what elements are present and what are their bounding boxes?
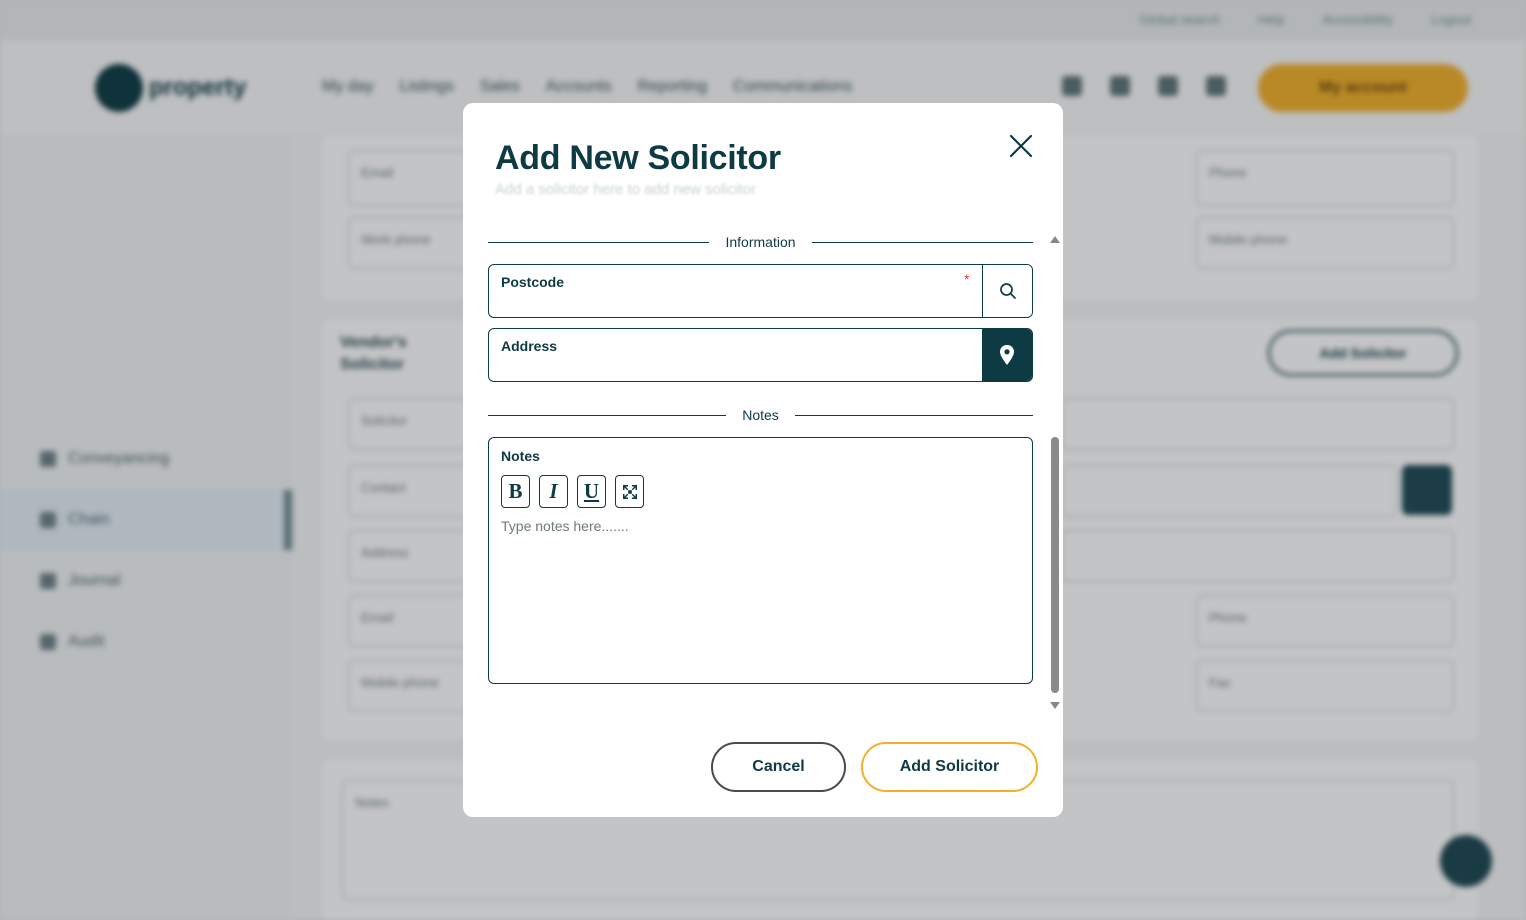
divider-line <box>811 241 1034 243</box>
scrollbar-thumb[interactable] <box>1051 437 1059 693</box>
divider-line <box>488 414 727 416</box>
cancel-button[interactable]: Cancel <box>711 742 846 792</box>
notes-editor: Notes B I U <box>488 437 1033 684</box>
postcode-label: Postcode <box>501 274 565 290</box>
close-button[interactable] <box>1006 131 1036 161</box>
address-input[interactable] <box>501 357 961 377</box>
notes-label: Notes <box>501 448 540 464</box>
notes-textarea[interactable] <box>501 518 1021 668</box>
bold-button[interactable]: B <box>501 475 530 508</box>
scroll-down-arrow[interactable] <box>1050 702 1060 709</box>
notes-section-label: Notes <box>742 407 779 423</box>
add-solicitor-modal: Add New Solicitor Add a solicitor here t… <box>463 103 1063 817</box>
fullscreen-button[interactable] <box>615 475 644 508</box>
information-divider: Information <box>488 232 1034 252</box>
information-section-label: Information <box>725 234 796 250</box>
divider-line <box>794 414 1034 416</box>
fullscreen-icon <box>622 484 637 499</box>
italic-button[interactable]: I <box>539 475 568 508</box>
notes-toolbar: B I U <box>501 475 644 508</box>
modal-subtitle: Add a solicitor here to add new solicito… <box>495 181 756 198</box>
postcode-input[interactable] <box>501 293 961 313</box>
location-pin-icon <box>1000 345 1014 365</box>
postcode-field: Postcode * <box>488 264 1033 318</box>
postcode-search-button[interactable] <box>982 265 1032 317</box>
underline-button[interactable]: U <box>577 475 606 508</box>
add-solicitor-button[interactable]: Add Solicitor <box>861 742 1038 792</box>
address-label: Address <box>501 338 558 354</box>
close-icon <box>1009 134 1033 158</box>
search-icon <box>999 283 1016 299</box>
modal-title: Add New Solicitor <box>495 139 781 177</box>
address-field: Address <box>488 328 1033 382</box>
address-locate-button[interactable] <box>982 329 1032 381</box>
required-marker: * <box>964 271 970 287</box>
scroll-up-arrow[interactable] <box>1050 236 1060 243</box>
notes-divider: Notes <box>488 405 1034 425</box>
divider-line <box>488 241 710 243</box>
